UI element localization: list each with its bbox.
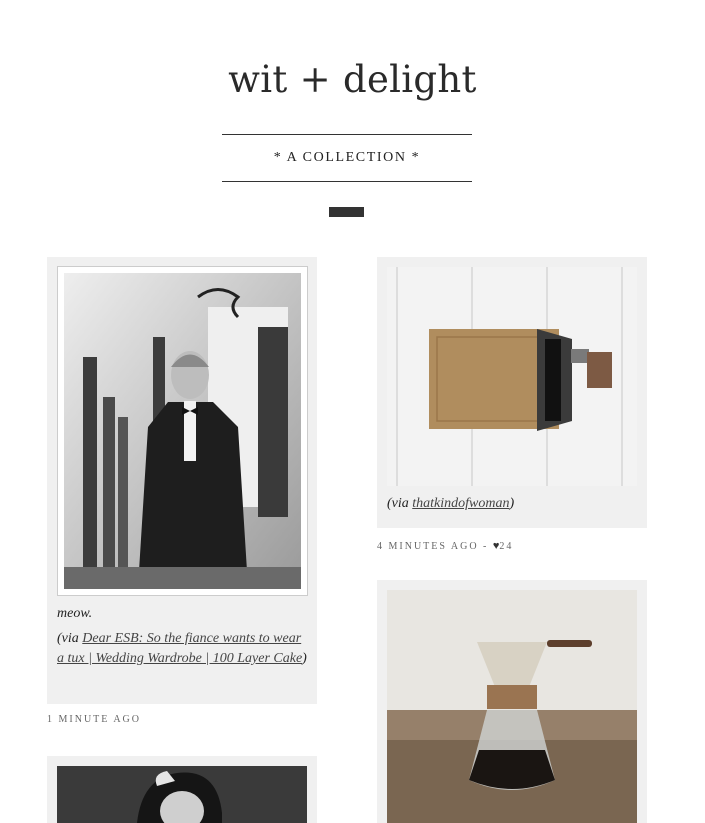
tuxedo-man-image: [64, 273, 301, 589]
post-photo-coffee-chemex[interactable]: [387, 590, 637, 823]
post-card: [47, 756, 317, 823]
post-card: [377, 580, 647, 823]
header-divider-bottom: [222, 181, 472, 182]
post-via: (via Dear ESB: So the fiance wants to we…: [57, 629, 307, 669]
post-photo-portrait[interactable]: [57, 766, 307, 823]
post-meta: 4 MINUTES AGO - ♥24: [377, 540, 513, 552]
portrait-image: [57, 766, 307, 823]
post-via: (via thatkindofwoman): [387, 494, 637, 514]
via-prefix: (via: [387, 496, 413, 511]
post-caption: meow.: [57, 606, 93, 621]
blog-title[interactable]: wit + delight: [0, 58, 705, 101]
via-link[interactable]: Dear ESB: So the fiance wants to wear a …: [57, 631, 302, 666]
coffee-chemex-image: [387, 590, 637, 823]
post-card: meow. (via Dear ESB: So the fiance wants…: [47, 257, 317, 704]
like-count: 24: [499, 541, 514, 552]
via-suffix: ): [509, 496, 515, 511]
via-suffix: ): [302, 651, 307, 666]
blog-subtitle: * A COLLECTION *: [273, 150, 421, 165]
post-timestamp[interactable]: 1 MINUTE AGO: [47, 714, 141, 725]
header-divider-top: [222, 134, 472, 135]
menu-bar-button[interactable]: [329, 207, 364, 217]
via-link[interactable]: thatkindofwoman: [412, 496, 509, 511]
post-card: (via thatkindofwoman): [377, 257, 647, 528]
post-photo-tuxedo-man[interactable]: [57, 266, 308, 596]
post-timestamp[interactable]: 4 MINUTES AGO -: [377, 541, 493, 552]
via-prefix: (via: [57, 631, 83, 646]
post-photo-cardboard-sleeve[interactable]: [387, 267, 637, 486]
cardboard-sleeve-image: [387, 267, 637, 486]
